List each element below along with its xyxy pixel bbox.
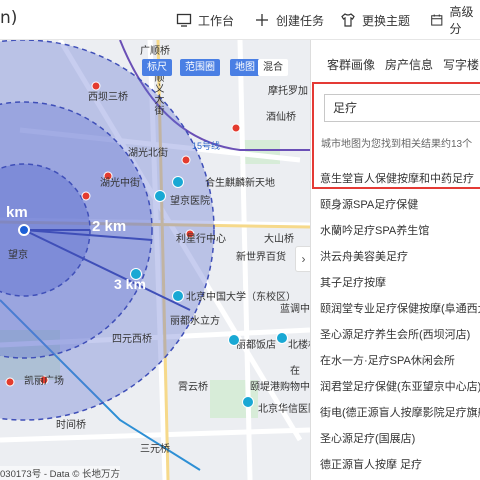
map-label: 三元桥 xyxy=(140,444,170,455)
list-item[interactable]: 街电(德正源盲人按摩影院足疗旗舰 xyxy=(320,404,480,420)
list-item[interactable]: 德正源盲人按摩 足疗 xyxy=(320,456,422,472)
map-attribution: 030173号 - Data © 长地万方 xyxy=(0,466,120,480)
chevron-right-icon: › xyxy=(301,252,306,266)
map-label: 凯丽广场 xyxy=(24,376,64,387)
range-ring-toggle[interactable]: 范围圈 xyxy=(180,59,220,76)
monitor-icon xyxy=(176,13,192,27)
map-label: 合生麒麟新天地 xyxy=(205,178,275,189)
map-label: 丽都饭店 xyxy=(236,340,276,351)
result-count-hint: 城市地图为您找到相关结果约13个 xyxy=(321,139,473,150)
center-marker[interactable] xyxy=(18,224,30,236)
road xyxy=(0,427,310,443)
map-label: 酒仙桥 xyxy=(266,112,296,123)
poi-icon[interactable] xyxy=(242,396,254,408)
map-label: 新世界百货 xyxy=(236,252,286,263)
collapse-panel-button[interactable]: › xyxy=(295,246,311,272)
list-item[interactable]: 润君堂足疗保健(东亚望京中心店) xyxy=(320,378,480,394)
list-item[interactable]: 圣心源足疗(国展店) xyxy=(320,430,415,446)
map-label: 北京华信医院 xyxy=(258,404,310,415)
result-marker[interactable] xyxy=(81,191,91,201)
tab-property-info[interactable]: 房产信息 xyxy=(385,56,433,73)
metro-line-label: 15号线 xyxy=(192,141,221,151)
ring-label-3km: 3 km xyxy=(114,276,146,292)
search-input[interactable]: 足疗 xyxy=(324,94,480,122)
advanced-button[interactable]: 高级分 xyxy=(430,5,480,36)
calendar-icon xyxy=(431,14,443,26)
plus-icon xyxy=(256,14,268,26)
change-theme-button[interactable]: 更换主题 xyxy=(340,11,410,29)
map-label: 利星行中心 xyxy=(176,234,226,245)
hybrid-mode-toggle[interactable]: 混合 xyxy=(258,59,288,76)
advanced-label: 高级分 xyxy=(449,5,474,36)
map-label: 湖光中街 xyxy=(100,178,140,189)
poi-icon[interactable] xyxy=(276,332,288,344)
panel-tabs: 客群画像 房产信息 写字楼 xyxy=(311,40,480,80)
map-label: 大山桥 xyxy=(264,234,294,245)
poi-icon[interactable] xyxy=(228,334,240,346)
results-panel: 客群画像 房产信息 写字楼 足疗 城市地图为您找到相关结果约13个 意生堂盲人保… xyxy=(310,40,480,480)
poi-icon[interactable] xyxy=(154,190,166,202)
map-label: 丽都水立方 xyxy=(170,316,220,327)
poi-icon[interactable] xyxy=(172,290,184,302)
map-label: 四元西桥 xyxy=(112,334,152,345)
list-item[interactable]: 圣心源足疗养生会所(西坝河店) xyxy=(320,326,470,342)
result-marker[interactable] xyxy=(181,155,191,165)
ring-label-1km: km xyxy=(6,204,28,221)
tab-customer-profile[interactable]: 客群画像 xyxy=(327,56,375,73)
workbench-label: 工作台 xyxy=(198,13,235,28)
change-theme-label: 更换主题 xyxy=(362,13,411,28)
map-label: 顺义大街 xyxy=(152,72,163,116)
shirt-icon xyxy=(341,13,355,27)
map-label: 在 xyxy=(290,366,300,377)
map-label: 时间桥 xyxy=(56,420,86,431)
create-task-button[interactable]: 创建任务 xyxy=(254,11,324,29)
map-label: 西坝三桥 xyxy=(88,92,128,103)
tab-office-building[interactable]: 写字楼 xyxy=(443,56,479,73)
create-task-label: 创建任务 xyxy=(276,13,325,28)
ruler-toggle[interactable]: 标尺 xyxy=(142,59,172,76)
ring-label-2km: 2 km xyxy=(92,218,127,235)
map-label: 望京医院 xyxy=(170,196,210,207)
list-item[interactable]: 意生堂盲人保健按摩和中药足疗 xyxy=(320,170,474,186)
workbench-button[interactable]: 工作台 xyxy=(176,11,234,29)
map-label: 摩托罗加 xyxy=(268,86,308,97)
list-item[interactable]: 在水一方·足疗SPA休闲会所 xyxy=(320,352,455,368)
result-marker[interactable] xyxy=(231,123,241,133)
top-toolbar: n) 工作台 创建任务 更换主题 高级分 xyxy=(0,0,480,40)
map-label: 颐堤港购物中 xyxy=(250,382,310,393)
app-title: n) xyxy=(0,8,18,28)
map-label: 湖光北街 xyxy=(128,148,168,159)
map-label: 霄云桥 xyxy=(178,382,208,393)
map-mode-toggle[interactable]: 地图 xyxy=(230,59,260,76)
list-item[interactable]: 颐润堂专业足疗保健按摩(阜通西大 xyxy=(320,300,480,316)
list-item[interactable]: 颐身源SPA足疗保健 xyxy=(320,196,418,212)
map-label: 北楼杉 xyxy=(288,340,310,351)
poi-icon[interactable] xyxy=(172,176,184,188)
map-label: 广顺桥 xyxy=(140,46,170,57)
list-item[interactable]: 水蘭吟足疗SPA养生馆 xyxy=(320,222,429,238)
result-marker[interactable] xyxy=(5,377,15,387)
map-label: 蓝调中心 xyxy=(280,304,310,315)
map-view[interactable]: 广顺桥 顺义大街 西坝三桥 摩托罗加 酒仙桥 15号线 湖光北街 湖光中街 合生… xyxy=(0,40,310,480)
map-label: 望京 xyxy=(8,250,28,261)
list-item[interactable]: 洪云舟美容美足疗 xyxy=(320,248,408,264)
list-item[interactable]: 其子足疗按摩 xyxy=(320,274,386,290)
